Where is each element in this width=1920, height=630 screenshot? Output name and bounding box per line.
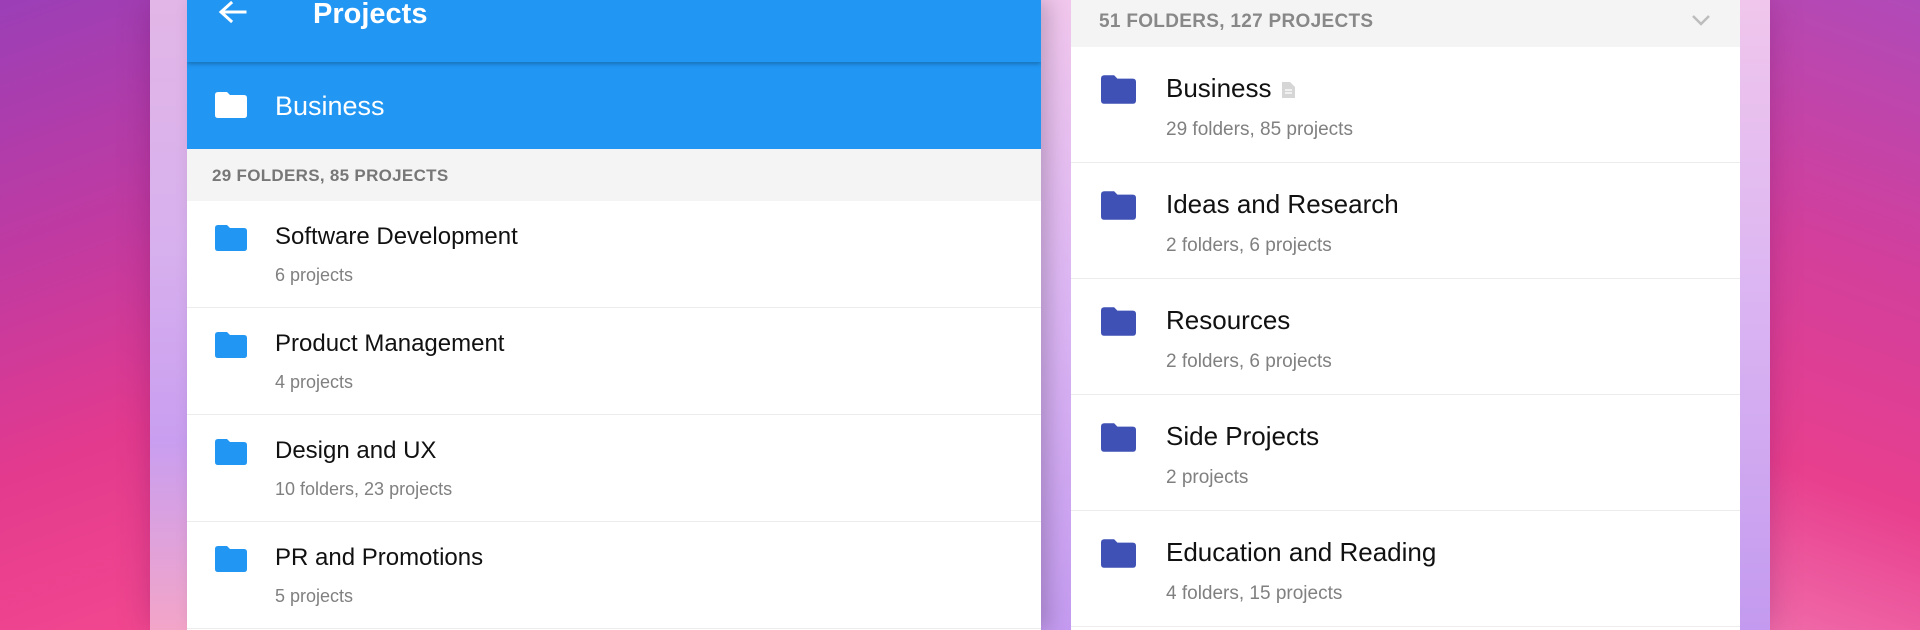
background-facet: [1770, 0, 1920, 630]
folder-summary-text: 29 FOLDERS, 85 PROJECTS: [212, 166, 449, 185]
subfolder-list: Software Development 6 projects Product …: [187, 201, 1041, 629]
list-item[interactable]: Education and Reading 4 folders, 15 proj…: [1071, 511, 1740, 627]
list-item-title: Design and UX: [275, 437, 437, 464]
folder-icon: [1101, 423, 1136, 452]
list-item[interactable]: Software Development 6 projects: [187, 201, 1041, 308]
folder-summary-bar: 29 FOLDERS, 85 PROJECTS: [187, 149, 1041, 201]
list-item-subtitle: 29 folders, 85 projects: [1166, 119, 1353, 140]
list-item[interactable]: Side Projects 2 projects: [1071, 395, 1740, 511]
list-item-subtitle: 2 projects: [1166, 467, 1249, 488]
list-item[interactable]: PR and Promotions 5 projects: [187, 522, 1041, 629]
list-item-title-text: Business: [1166, 73, 1272, 103]
list-item[interactable]: Resources 2 folders, 6 projects: [1071, 279, 1740, 395]
list-item-subtitle: 5 projects: [275, 586, 354, 606]
list-item-subtitle: 10 folders, 23 projects: [275, 479, 453, 499]
list-item-title: PR and Promotions: [275, 544, 484, 571]
folder-list: Business 29 folders, 85 projects Ideas a…: [1071, 47, 1740, 627]
list-item[interactable]: Ideas and Research 2 folders, 6 projects: [1071, 163, 1740, 279]
folder-icon: [215, 92, 247, 118]
list-item-title: Business: [1166, 73, 1295, 104]
list-item-title: Resources: [1166, 305, 1291, 335]
list-item[interactable]: Business 29 folders, 85 projects: [1071, 47, 1740, 163]
folder-icon: [215, 332, 247, 358]
folder-icon: [215, 546, 247, 572]
folder-icon: [215, 439, 247, 465]
list-item-title: Software Development: [275, 223, 518, 250]
folder-icon: [1101, 307, 1136, 336]
current-folder-header: Business: [187, 62, 1041, 149]
list-item-subtitle: 4 folders, 15 projects: [1166, 583, 1343, 604]
list-item-subtitle: 2 folders, 6 projects: [1166, 235, 1332, 256]
list-item-subtitle: 4 projects: [275, 372, 354, 392]
document-icon: [1281, 82, 1295, 99]
list-item-title: Side Projects: [1166, 421, 1320, 451]
list-item[interactable]: Design and UX 10 folders, 23 projects: [187, 415, 1041, 522]
folder-icon: [1101, 539, 1136, 568]
list-item[interactable]: Product Management 4 projects: [187, 308, 1041, 415]
list-item-subtitle: 6 projects: [275, 265, 354, 285]
chevron-down-icon[interactable]: [1690, 12, 1712, 28]
list-item-title: Product Management: [275, 330, 505, 357]
app-bar: Projects: [187, 0, 1041, 62]
folder-list-panel: 51 FOLDERS, 127 PROJECTS Business 29 fol…: [1071, 0, 1740, 630]
folder-icon: [215, 225, 247, 251]
list-item-subtitle: 2 folders, 6 projects: [1166, 351, 1332, 372]
folder-icon: [1101, 75, 1136, 104]
folder-summary-bar[interactable]: 51 FOLDERS, 127 PROJECTS: [1071, 0, 1740, 47]
background-facet: [0, 0, 150, 630]
folder-detail-panel: Projects Business 29 FOLDERS, 85 PROJECT…: [187, 0, 1041, 630]
folder-summary-text: 51 FOLDERS, 127 PROJECTS: [1099, 11, 1374, 32]
page-title: Projects: [313, 0, 428, 30]
list-item-title: Education and Reading: [1166, 537, 1437, 567]
list-item-title: Ideas and Research: [1166, 189, 1399, 219]
arrow-left-icon[interactable]: [217, 0, 247, 28]
folder-icon: [1101, 191, 1136, 220]
current-folder-name: Business: [275, 91, 385, 121]
